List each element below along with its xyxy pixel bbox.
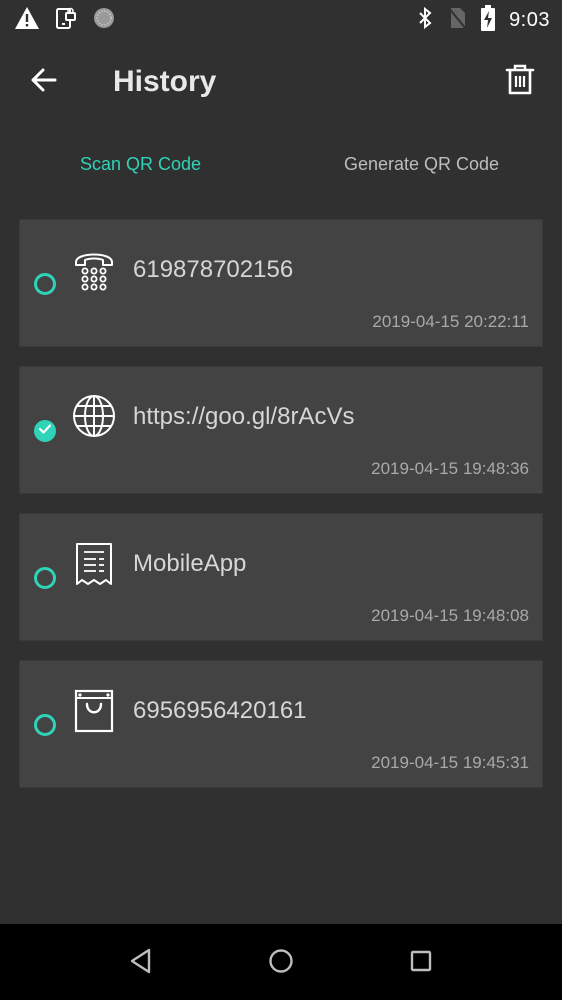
history-item[interactable]: 619878702156 2019-04-15 20:22:11 [19, 219, 543, 347]
receipt-icon [72, 542, 116, 588]
item-content: 6956956420161 [133, 697, 307, 724]
tab-scan-qr-code[interactable]: Scan QR Code [0, 124, 281, 204]
no-sim-icon [447, 5, 467, 35]
nav-home-button[interactable] [264, 946, 298, 980]
check-icon [38, 422, 52, 441]
globe-icon [72, 395, 116, 441]
history-list: 619878702156 2019-04-15 20:22:11 https:/… [19, 219, 543, 807]
item-timestamp: 2019-04-15 19:48:36 [371, 459, 529, 478]
trash-icon [505, 64, 535, 101]
item-content: 619878702156 [133, 256, 294, 283]
page-title: History [113, 65, 217, 98]
warning-icon [14, 6, 40, 35]
history-item[interactable]: https://goo.gl/8rAcVs 2019-04-15 19:48:3… [19, 366, 543, 494]
history-item[interactable]: MobileApp 2019-04-15 19:48:08 [19, 513, 543, 641]
delete-button[interactable] [498, 60, 542, 104]
history-item[interactable]: 6956956420161 2019-04-15 19:45:31 [19, 660, 543, 788]
tab-generate-qr-code[interactable]: Generate QR Code [281, 124, 562, 204]
item-content: https://goo.gl/8rAcVs [133, 403, 355, 430]
select-radio-checked[interactable] [34, 420, 56, 442]
arrow-left-icon [29, 65, 59, 100]
item-content: MobileApp [133, 550, 247, 577]
select-radio[interactable] [34, 273, 56, 295]
item-timestamp: 2019-04-15 20:22:11 [372, 312, 529, 331]
bluetooth-icon [417, 6, 433, 35]
app-bar: History [0, 40, 562, 124]
clock: 9:03 [509, 8, 550, 31]
back-icon [129, 948, 153, 979]
status-bar: 9:03 [0, 0, 562, 40]
tab-bar: Scan QR Code Generate QR Code [0, 124, 562, 204]
item-timestamp: 2019-04-15 19:48:08 [371, 606, 529, 625]
select-radio[interactable] [34, 567, 56, 589]
select-radio[interactable] [34, 714, 56, 736]
battery-charging-icon [481, 4, 496, 36]
device-lock-icon [54, 6, 78, 35]
nav-recents-button[interactable] [404, 946, 438, 980]
recents-icon [409, 949, 433, 978]
item-timestamp: 2019-04-15 19:45:31 [371, 753, 529, 772]
telephone-icon [72, 248, 116, 294]
home-icon [268, 948, 294, 979]
system-nav-bar [0, 924, 562, 1000]
shopping-bag-icon [72, 689, 116, 735]
back-button[interactable] [24, 62, 64, 102]
sync-circle-icon [92, 6, 116, 35]
nav-back-button[interactable] [124, 946, 158, 980]
